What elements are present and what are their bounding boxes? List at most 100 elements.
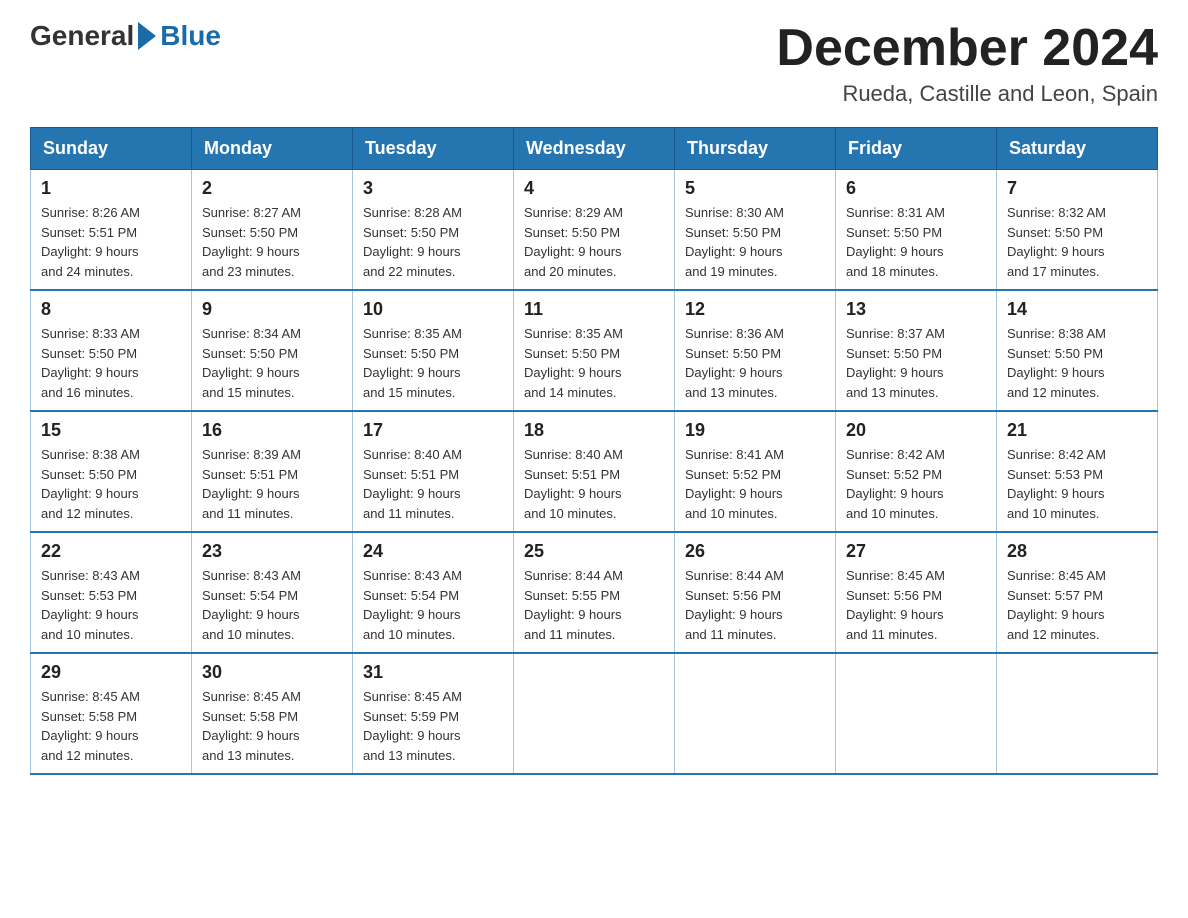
calendar-cell: 24 Sunrise: 8:43 AMSunset: 5:54 PMDaylig…: [353, 532, 514, 653]
day-number: 8: [41, 299, 181, 320]
day-info: Sunrise: 8:45 AMSunset: 5:58 PMDaylight:…: [41, 689, 140, 763]
day-info: Sunrise: 8:40 AMSunset: 5:51 PMDaylight:…: [524, 447, 623, 521]
calendar-cell: 20 Sunrise: 8:42 AMSunset: 5:52 PMDaylig…: [836, 411, 997, 532]
day-info: Sunrise: 8:30 AMSunset: 5:50 PMDaylight:…: [685, 205, 784, 279]
calendar-cell: 30 Sunrise: 8:45 AMSunset: 5:58 PMDaylig…: [192, 653, 353, 774]
calendar-cell: 8 Sunrise: 8:33 AMSunset: 5:50 PMDayligh…: [31, 290, 192, 411]
day-info: Sunrise: 8:45 AMSunset: 5:56 PMDaylight:…: [846, 568, 945, 642]
calendar-cell: 21 Sunrise: 8:42 AMSunset: 5:53 PMDaylig…: [997, 411, 1158, 532]
day-info: Sunrise: 8:45 AMSunset: 5:59 PMDaylight:…: [363, 689, 462, 763]
calendar-cell: 15 Sunrise: 8:38 AMSunset: 5:50 PMDaylig…: [31, 411, 192, 532]
day-number: 11: [524, 299, 664, 320]
day-info: Sunrise: 8:45 AMSunset: 5:57 PMDaylight:…: [1007, 568, 1106, 642]
day-number: 20: [846, 420, 986, 441]
day-number: 9: [202, 299, 342, 320]
title-area: December 2024 Rueda, Castille and Leon, …: [776, 20, 1158, 107]
calendar-body: 1 Sunrise: 8:26 AMSunset: 5:51 PMDayligh…: [31, 170, 1158, 775]
day-info: Sunrise: 8:31 AMSunset: 5:50 PMDaylight:…: [846, 205, 945, 279]
day-number: 14: [1007, 299, 1147, 320]
day-info: Sunrise: 8:39 AMSunset: 5:51 PMDaylight:…: [202, 447, 301, 521]
day-number: 7: [1007, 178, 1147, 199]
calendar-cell: 31 Sunrise: 8:45 AMSunset: 5:59 PMDaylig…: [353, 653, 514, 774]
calendar-cell: 6 Sunrise: 8:31 AMSunset: 5:50 PMDayligh…: [836, 170, 997, 291]
day-number: 29: [41, 662, 181, 683]
month-title: December 2024: [776, 20, 1158, 77]
calendar-cell: 7 Sunrise: 8:32 AMSunset: 5:50 PMDayligh…: [997, 170, 1158, 291]
day-info: Sunrise: 8:43 AMSunset: 5:54 PMDaylight:…: [202, 568, 301, 642]
day-info: Sunrise: 8:44 AMSunset: 5:55 PMDaylight:…: [524, 568, 623, 642]
week-row-2: 8 Sunrise: 8:33 AMSunset: 5:50 PMDayligh…: [31, 290, 1158, 411]
day-info: Sunrise: 8:42 AMSunset: 5:53 PMDaylight:…: [1007, 447, 1106, 521]
day-number: 26: [685, 541, 825, 562]
week-row-4: 22 Sunrise: 8:43 AMSunset: 5:53 PMDaylig…: [31, 532, 1158, 653]
calendar-cell: 3 Sunrise: 8:28 AMSunset: 5:50 PMDayligh…: [353, 170, 514, 291]
calendar-cell: 23 Sunrise: 8:43 AMSunset: 5:54 PMDaylig…: [192, 532, 353, 653]
day-number: 21: [1007, 420, 1147, 441]
calendar-cell: 10 Sunrise: 8:35 AMSunset: 5:50 PMDaylig…: [353, 290, 514, 411]
day-info: Sunrise: 8:33 AMSunset: 5:50 PMDaylight:…: [41, 326, 140, 400]
day-info: Sunrise: 8:37 AMSunset: 5:50 PMDaylight:…: [846, 326, 945, 400]
day-number: 17: [363, 420, 503, 441]
day-info: Sunrise: 8:35 AMSunset: 5:50 PMDaylight:…: [524, 326, 623, 400]
day-info: Sunrise: 8:36 AMSunset: 5:50 PMDaylight:…: [685, 326, 784, 400]
calendar-cell: 28 Sunrise: 8:45 AMSunset: 5:57 PMDaylig…: [997, 532, 1158, 653]
day-info: Sunrise: 8:43 AMSunset: 5:54 PMDaylight:…: [363, 568, 462, 642]
calendar-cell: 25 Sunrise: 8:44 AMSunset: 5:55 PMDaylig…: [514, 532, 675, 653]
calendar-cell: 19 Sunrise: 8:41 AMSunset: 5:52 PMDaylig…: [675, 411, 836, 532]
location-subtitle: Rueda, Castille and Leon, Spain: [776, 81, 1158, 107]
calendar-cell: 17 Sunrise: 8:40 AMSunset: 5:51 PMDaylig…: [353, 411, 514, 532]
day-number: 24: [363, 541, 503, 562]
calendar-cell: 9 Sunrise: 8:34 AMSunset: 5:50 PMDayligh…: [192, 290, 353, 411]
calendar-cell: 13 Sunrise: 8:37 AMSunset: 5:50 PMDaylig…: [836, 290, 997, 411]
logo-triangle-icon: [138, 22, 156, 50]
calendar-cell: 26 Sunrise: 8:44 AMSunset: 5:56 PMDaylig…: [675, 532, 836, 653]
calendar-cell: [836, 653, 997, 774]
day-number: 6: [846, 178, 986, 199]
day-info: Sunrise: 8:44 AMSunset: 5:56 PMDaylight:…: [685, 568, 784, 642]
day-number: 3: [363, 178, 503, 199]
day-number: 12: [685, 299, 825, 320]
calendar-cell: 1 Sunrise: 8:26 AMSunset: 5:51 PMDayligh…: [31, 170, 192, 291]
day-header-monday: Monday: [192, 128, 353, 170]
calendar-cell: 16 Sunrise: 8:39 AMSunset: 5:51 PMDaylig…: [192, 411, 353, 532]
day-number: 27: [846, 541, 986, 562]
day-info: Sunrise: 8:29 AMSunset: 5:50 PMDaylight:…: [524, 205, 623, 279]
calendar-cell: [514, 653, 675, 774]
week-row-3: 15 Sunrise: 8:38 AMSunset: 5:50 PMDaylig…: [31, 411, 1158, 532]
day-info: Sunrise: 8:34 AMSunset: 5:50 PMDaylight:…: [202, 326, 301, 400]
logo-general-text: General: [30, 20, 134, 52]
day-info: Sunrise: 8:32 AMSunset: 5:50 PMDaylight:…: [1007, 205, 1106, 279]
calendar-cell: 14 Sunrise: 8:38 AMSunset: 5:50 PMDaylig…: [997, 290, 1158, 411]
day-number: 5: [685, 178, 825, 199]
calendar-cell: 2 Sunrise: 8:27 AMSunset: 5:50 PMDayligh…: [192, 170, 353, 291]
day-info: Sunrise: 8:26 AMSunset: 5:51 PMDaylight:…: [41, 205, 140, 279]
day-info: Sunrise: 8:38 AMSunset: 5:50 PMDaylight:…: [1007, 326, 1106, 400]
calendar-table: SundayMondayTuesdayWednesdayThursdayFrid…: [30, 127, 1158, 775]
calendar-cell: [675, 653, 836, 774]
calendar-header-row: SundayMondayTuesdayWednesdayThursdayFrid…: [31, 128, 1158, 170]
day-header-tuesday: Tuesday: [353, 128, 514, 170]
day-header-thursday: Thursday: [675, 128, 836, 170]
day-number: 28: [1007, 541, 1147, 562]
day-info: Sunrise: 8:27 AMSunset: 5:50 PMDaylight:…: [202, 205, 301, 279]
day-number: 4: [524, 178, 664, 199]
day-info: Sunrise: 8:43 AMSunset: 5:53 PMDaylight:…: [41, 568, 140, 642]
day-info: Sunrise: 8:35 AMSunset: 5:50 PMDaylight:…: [363, 326, 462, 400]
day-number: 30: [202, 662, 342, 683]
day-number: 31: [363, 662, 503, 683]
calendar-cell: 22 Sunrise: 8:43 AMSunset: 5:53 PMDaylig…: [31, 532, 192, 653]
week-row-1: 1 Sunrise: 8:26 AMSunset: 5:51 PMDayligh…: [31, 170, 1158, 291]
day-info: Sunrise: 8:42 AMSunset: 5:52 PMDaylight:…: [846, 447, 945, 521]
day-number: 13: [846, 299, 986, 320]
calendar-cell: 29 Sunrise: 8:45 AMSunset: 5:58 PMDaylig…: [31, 653, 192, 774]
day-number: 10: [363, 299, 503, 320]
logo: General Blue: [30, 20, 221, 52]
day-info: Sunrise: 8:45 AMSunset: 5:58 PMDaylight:…: [202, 689, 301, 763]
logo-blue-text: Blue: [160, 20, 221, 52]
day-number: 16: [202, 420, 342, 441]
page-header: General Blue December 2024 Rueda, Castil…: [30, 20, 1158, 107]
day-header-sunday: Sunday: [31, 128, 192, 170]
week-row-5: 29 Sunrise: 8:45 AMSunset: 5:58 PMDaylig…: [31, 653, 1158, 774]
day-number: 19: [685, 420, 825, 441]
calendar-cell: 27 Sunrise: 8:45 AMSunset: 5:56 PMDaylig…: [836, 532, 997, 653]
